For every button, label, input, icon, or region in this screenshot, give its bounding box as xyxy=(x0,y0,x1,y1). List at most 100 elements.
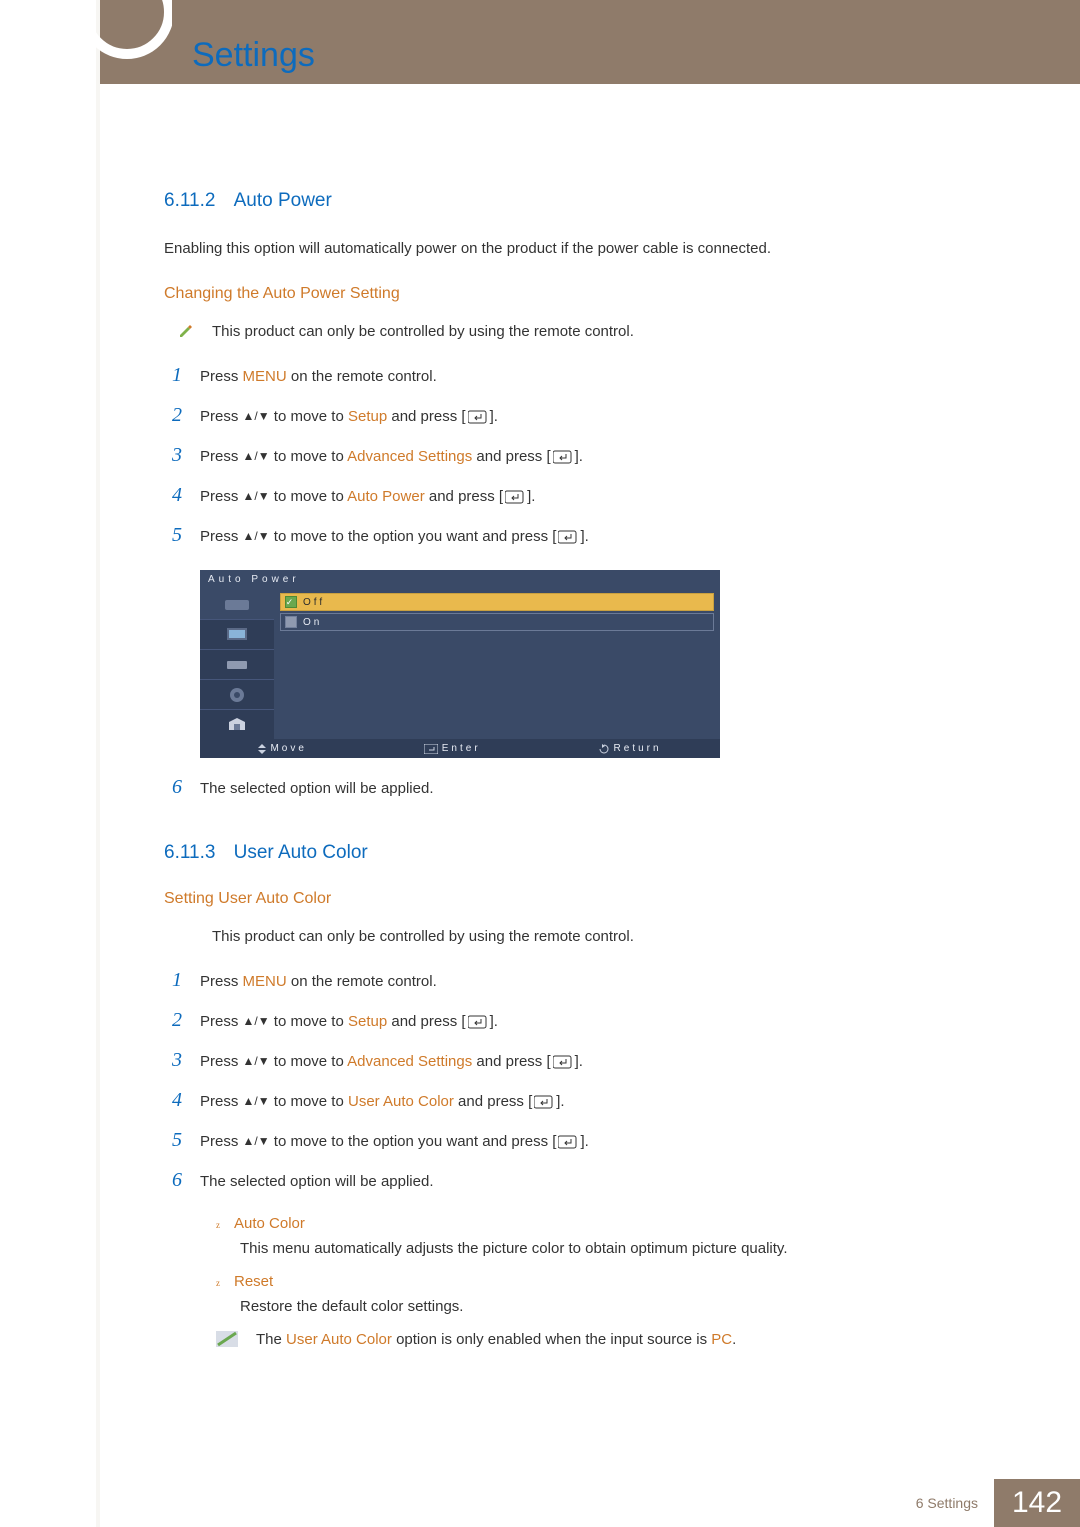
page-content: 6.11.2 Auto Power Enabling this option w… xyxy=(164,190,998,1391)
osd-options: ✓Off On xyxy=(274,589,720,739)
osd-title: Auto Power xyxy=(200,570,720,589)
section-title: Auto Power xyxy=(234,190,332,211)
step-text: Press ▲/▼ to move to Setup and press []. xyxy=(200,1011,998,1034)
step-item: 1 Press MENU on the remote control. xyxy=(164,965,998,995)
step-number: 5 xyxy=(164,1125,182,1155)
option-descriptions: z Auto Color This menu automatically adj… xyxy=(216,1215,998,1315)
enter-icon xyxy=(558,530,578,544)
osd-hint-move: Move xyxy=(258,743,306,754)
step-item: 4 Press ▲/▼ to move to User Auto Color a… xyxy=(164,1085,998,1115)
enter-icon xyxy=(558,1135,578,1149)
enter-icon xyxy=(553,450,573,464)
osd-side-item xyxy=(200,679,274,709)
left-margin-divider xyxy=(96,0,100,1527)
osd-option-off: ✓Off xyxy=(280,593,714,611)
osd-hint-return: Return xyxy=(598,743,662,754)
page-footer: 6 Settings 142 xyxy=(100,1479,1080,1527)
osd-side-item xyxy=(200,589,274,619)
step-item: 3 Press ▲/▼ to move to Advanced Settings… xyxy=(164,440,998,470)
section-number: 6.11.2 xyxy=(164,190,215,212)
osd-footer: Move Enter Return xyxy=(200,739,720,758)
bullet-item: z Reset xyxy=(216,1273,998,1290)
bullet-icon: z xyxy=(216,1278,220,1288)
subsection-heading: Setting User Auto Color xyxy=(164,890,998,908)
step-number: 4 xyxy=(164,1085,182,1115)
step-item: 3 Press ▲/▼ to move to Advanced Settings… xyxy=(164,1045,998,1075)
section-intro: Enabling this option will automatically … xyxy=(164,238,998,259)
osd-screenshot: Auto Power ✓Off On Move Enter Return xyxy=(200,570,720,758)
note-flag-icon xyxy=(216,1331,238,1351)
osd-sidebar xyxy=(200,589,274,739)
osd-option-on: On xyxy=(280,613,714,631)
step-item: 2 Press ▲/▼ to move to Setup and press [… xyxy=(164,1005,998,1035)
step-item: 4 Press ▲/▼ to move to Auto Power and pr… xyxy=(164,480,998,510)
step-number: 6 xyxy=(164,772,182,802)
step-text: Press ▲/▼ to move to Advanced Settings a… xyxy=(200,446,998,469)
bullet-icon: z xyxy=(216,1220,220,1230)
checkbox-icon xyxy=(285,616,297,628)
chapter-number-badge xyxy=(82,0,172,60)
step-number: 2 xyxy=(164,1005,182,1035)
footer-page-number: 142 xyxy=(994,1479,1080,1527)
bullet-title: Auto Color xyxy=(234,1215,305,1232)
step-number: 6 xyxy=(164,1165,182,1195)
pencil-icon xyxy=(178,323,192,337)
bullet-title: Reset xyxy=(234,1273,273,1290)
enter-icon xyxy=(505,490,525,504)
step-text: Press ▲/▼ to move to Auto Power and pres… xyxy=(200,486,998,509)
step-text: The selected option will be applied. xyxy=(200,1171,998,1194)
osd-side-item xyxy=(200,649,274,679)
note-text: This product can only be controlled by u… xyxy=(212,323,634,340)
enter-icon xyxy=(468,410,488,424)
chapter-title: Settings xyxy=(192,36,315,75)
step-text: Press MENU on the remote control. xyxy=(200,971,998,994)
step-number: 3 xyxy=(164,440,182,470)
bullet-desc: This menu automatically adjusts the pict… xyxy=(240,1240,998,1257)
osd-hint-enter: Enter xyxy=(424,743,481,754)
footer-chapter-label: 6 Settings xyxy=(900,1479,994,1527)
step-text: Press MENU on the remote control. xyxy=(200,366,998,389)
section-user-auto-color: 6.11.3 User Auto Color Setting User Auto… xyxy=(164,842,998,1351)
steps-list: 1 Press MENU on the remote control. 2 Pr… xyxy=(164,360,998,550)
check-icon: ✓ xyxy=(285,596,297,608)
step-text: The selected option will be applied. xyxy=(200,778,998,801)
bullet-desc: Restore the default color settings. xyxy=(240,1298,998,1315)
section-title: User Auto Color xyxy=(234,842,368,863)
steps-list-cont: 6 The selected option will be applied. xyxy=(164,772,998,802)
step-number: 3 xyxy=(164,1045,182,1075)
enter-icon xyxy=(534,1095,554,1109)
step-number: 1 xyxy=(164,360,182,390)
remote-control-note: This product can only be controlled by u… xyxy=(178,928,998,945)
step-item: 1 Press MENU on the remote control. xyxy=(164,360,998,390)
bullet-item: z Auto Color xyxy=(216,1215,998,1232)
step-item: 6 The selected option will be applied. xyxy=(164,1165,998,1195)
section-number: 6.11.3 xyxy=(164,842,215,864)
osd-side-item xyxy=(200,619,274,649)
step-text: Press ▲/▼ to move to Setup and press []. xyxy=(200,406,998,429)
step-number: 1 xyxy=(164,965,182,995)
info-text: The User Auto Color option is only enabl… xyxy=(256,1331,736,1348)
subsection-heading: Changing the Auto Power Setting xyxy=(164,285,998,303)
enter-icon xyxy=(468,1015,488,1029)
step-item: 6 The selected option will be applied. xyxy=(164,772,998,802)
step-text: Press ▲/▼ to move to the option you want… xyxy=(200,1131,998,1154)
step-text: Press ▲/▼ to move to User Auto Color and… xyxy=(200,1091,998,1114)
section-auto-power: 6.11.2 Auto Power Enabling this option w… xyxy=(164,190,998,802)
enter-icon xyxy=(553,1055,573,1069)
info-note: The User Auto Color option is only enabl… xyxy=(216,1331,998,1351)
step-text: Press ▲/▼ to move to Advanced Settings a… xyxy=(200,1051,998,1074)
steps-list: 1 Press MENU on the remote control. 2 Pr… xyxy=(164,965,998,1195)
step-number: 5 xyxy=(164,520,182,550)
remote-control-note: This product can only be controlled by u… xyxy=(178,323,998,340)
step-number: 2 xyxy=(164,400,182,430)
section-heading: 6.11.3 User Auto Color xyxy=(164,842,998,864)
step-text: Press ▲/▼ to move to the option you want… xyxy=(200,526,998,549)
step-item: 5 Press ▲/▼ to move to the option you wa… xyxy=(164,1125,998,1155)
note-text: This product can only be controlled by u… xyxy=(212,928,634,945)
step-number: 4 xyxy=(164,480,182,510)
step-item: 5 Press ▲/▼ to move to the option you wa… xyxy=(164,520,998,550)
left-margin xyxy=(0,0,100,1527)
section-heading: 6.11.2 Auto Power xyxy=(164,190,998,212)
step-item: 2 Press ▲/▼ to move to Setup and press [… xyxy=(164,400,998,430)
osd-side-item xyxy=(200,709,274,739)
